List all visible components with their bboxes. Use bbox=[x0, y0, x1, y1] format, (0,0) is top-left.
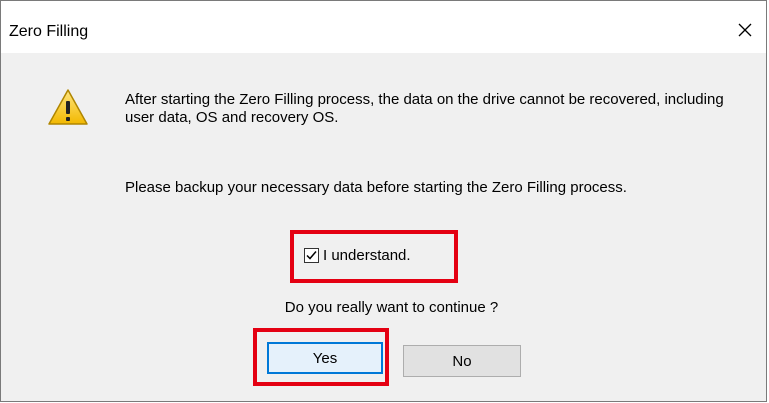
close-button[interactable] bbox=[730, 15, 760, 45]
no-button[interactable]: No bbox=[403, 345, 521, 377]
warning-message: After starting the Zero Filling process,… bbox=[125, 91, 724, 126]
checkbox-box[interactable] bbox=[304, 248, 319, 263]
understand-label: I understand. bbox=[323, 247, 411, 264]
title-bar: Zero Filling bbox=[1, 1, 766, 53]
checkmark-icon bbox=[306, 251, 317, 260]
close-icon bbox=[738, 23, 752, 37]
yes-button[interactable]: Yes bbox=[267, 342, 383, 374]
zero-filling-dialog: Zero Filling After starting the Zero Fil… bbox=[0, 0, 767, 402]
backup-message: Please backup your necessary data before… bbox=[125, 179, 627, 196]
dialog-title: Zero Filling bbox=[9, 23, 89, 40]
warning-icon bbox=[48, 89, 88, 125]
confirm-question: Do you really want to continue ? bbox=[284, 299, 499, 316]
understand-checkbox[interactable]: I understand. bbox=[304, 247, 411, 264]
